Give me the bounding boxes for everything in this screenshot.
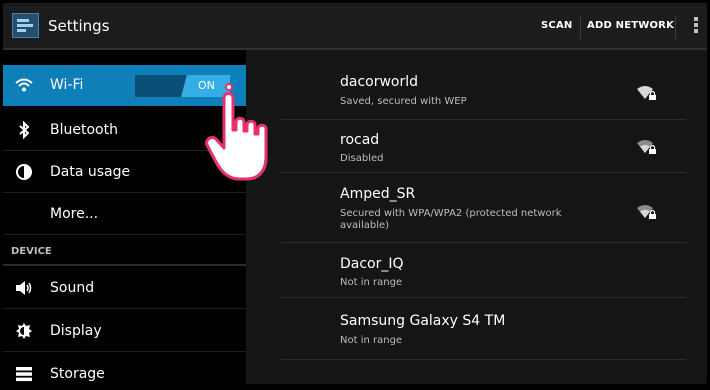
network-status: Disabled <box>340 153 384 164</box>
network-name: Dacor_IQ <box>340 256 404 272</box>
sidebar-item-label: Data usage <box>50 164 131 180</box>
wifi-network-list: dacorworld Saved, secured with WEP rocad… <box>252 50 707 384</box>
sidebar-item-storage[interactable]: Storage <box>3 354 246 384</box>
sidebar-item-label: Display <box>50 323 102 339</box>
network-item-dacor-iq[interactable]: Dacor_IQ Not in range <box>281 243 686 298</box>
wifi-lock-icon <box>637 205 656 219</box>
network-status: Not in range <box>340 277 403 288</box>
sidebar-item-label: Wi-Fi <box>50 77 84 93</box>
network-item-dacorworld[interactable]: dacorworld Saved, secured with WEP <box>281 60 686 120</box>
sidebar-item-more[interactable]: More... <box>3 194 246 235</box>
network-status: Secured with WPA/WPA2 (protected network <box>340 208 562 219</box>
wifi-lock-icon <box>637 86 656 100</box>
network-item-samsung-galaxy-s4-tm[interactable]: Samsung Galaxy S4 TM Not in range <box>281 298 686 360</box>
bluetooth-icon <box>19 121 30 139</box>
action-bar: Settings SCAN ADD NETWORK <box>3 3 707 50</box>
section-header-device: DEVICE <box>3 238 246 266</box>
sidebar-item-sound[interactable]: Sound <box>3 268 246 309</box>
settings-app-icon[interactable] <box>12 13 39 38</box>
storage-icon <box>16 367 32 382</box>
sidebar-item-label: Bluetooth <box>50 122 118 138</box>
wifi-lock-icon <box>637 140 656 154</box>
network-name: rocad <box>340 132 380 148</box>
overflow-menu-icon[interactable] <box>693 17 699 37</box>
network-name: Samsung Galaxy S4 TM <box>340 313 506 329</box>
network-status: available) <box>340 220 390 231</box>
scan-button[interactable]: SCAN <box>541 20 572 31</box>
sidebar-item-display[interactable]: Display <box>3 311 246 352</box>
section-header-label: DEVICE <box>11 246 52 257</box>
network-name: dacorworld <box>340 74 419 90</box>
actionbar-divider <box>580 15 581 39</box>
app-title: Settings <box>48 17 110 35</box>
actionbar-divider <box>675 15 676 39</box>
network-status: Saved, secured with WEP <box>340 96 467 107</box>
network-status: Not in range <box>340 335 403 346</box>
tap-hand-cursor-icon <box>205 83 268 181</box>
sound-icon <box>16 281 32 295</box>
settings-window: Settings SCAN ADD NETWORK Wi-Fi ON Bluet… <box>3 3 707 384</box>
network-item-rocad[interactable]: rocad Disabled <box>281 120 686 173</box>
network-name: Amped_SR <box>340 186 416 202</box>
sidebar-item-label: Sound <box>50 280 95 296</box>
add-network-button[interactable]: ADD NETWORK <box>587 20 674 31</box>
wifi-icon <box>15 78 33 92</box>
data-usage-icon <box>16 164 32 180</box>
sidebar-item-label: More... <box>50 206 99 222</box>
network-item-amped-sr[interactable]: Amped_SR Secured with WPA/WPA2 (protecte… <box>281 173 686 243</box>
display-icon <box>16 323 32 339</box>
toggle-off-area <box>135 75 187 97</box>
sidebar-item-label: Storage <box>50 366 105 382</box>
